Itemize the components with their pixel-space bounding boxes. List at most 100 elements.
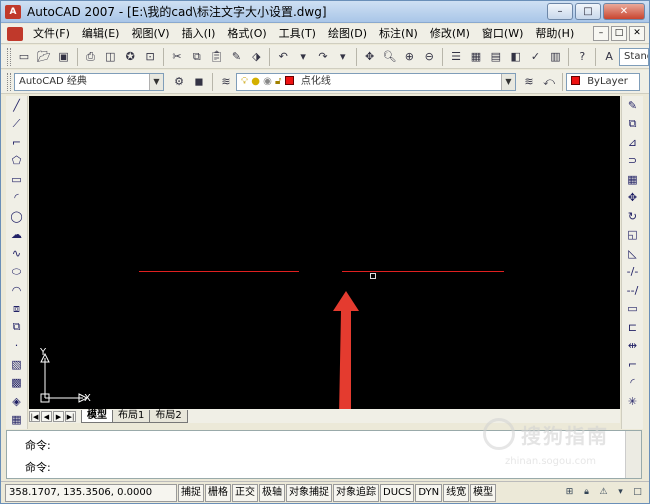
trim-icon[interactable]: -/-	[624, 263, 642, 282]
print-icon[interactable]: ⎙	[82, 48, 100, 66]
first-tab-button[interactable]: |◀	[29, 410, 40, 422]
polygon-icon[interactable]: ⬠	[8, 152, 26, 171]
layer-on-icon[interactable]: 💡︎	[241, 76, 248, 87]
paste-icon[interactable]: 📋︎	[208, 48, 226, 66]
copy-object-icon[interactable]: ⧉	[624, 115, 642, 134]
move-icon[interactable]: ✥	[624, 189, 642, 208]
extend-icon[interactable]: --/	[624, 281, 642, 300]
toolbar-grip[interactable]	[7, 72, 11, 91]
autocad-app-icon[interactable]: A	[5, 4, 21, 19]
snap-toggle[interactable]: 捕捉	[178, 483, 204, 502]
table-icon[interactable]: ▦	[8, 411, 26, 430]
menu-window[interactable]: 窗口(W)	[476, 24, 529, 44]
hatch-icon[interactable]: ▧	[8, 355, 26, 374]
layer-viewport-icon[interactable]: ◉	[263, 76, 272, 87]
block-editor-icon[interactable]: ⬗	[247, 48, 265, 66]
doc-close-button[interactable]: ✕	[629, 26, 645, 41]
redo-icon[interactable]: ↷	[314, 48, 332, 66]
plot-icon[interactable]: ⊡	[141, 48, 159, 66]
layer-combo[interactable]: 💡︎ ● ◉ 🔓︎ 点化线 ▼	[236, 72, 516, 91]
offset-icon[interactable]: ⊃	[624, 152, 642, 171]
scale-icon[interactable]: ◱	[624, 226, 642, 245]
clean-screen-icon[interactable]: □	[630, 484, 645, 500]
redo-dropdown-icon[interactable]: ▾	[334, 48, 352, 66]
text-style-icon[interactable]: A	[600, 48, 618, 66]
calculator-icon[interactable]: ▥	[546, 48, 564, 66]
pan-icon[interactable]: ✥	[361, 48, 379, 66]
prev-tab-button[interactable]: ◀	[41, 410, 52, 422]
sheet-set-icon[interactable]: ◧	[507, 48, 525, 66]
tray-settings-icon[interactable]: ⊞	[562, 484, 577, 500]
layer-previous-icon[interactable]: ⤺	[540, 73, 558, 91]
tool-palettes-icon[interactable]: ▤	[487, 48, 505, 66]
ellipse-icon[interactable]: ⬭	[8, 263, 26, 282]
tray-menu-icon[interactable]: ▾	[613, 484, 628, 500]
revision-cloud-icon[interactable]: ☁	[8, 226, 26, 245]
undo-dropdown-icon[interactable]: ▾	[294, 48, 312, 66]
color-combo[interactable]: ByLayer	[566, 72, 640, 91]
design-center-icon[interactable]: ▦	[467, 48, 485, 66]
menu-insert[interactable]: 插入(I)	[176, 24, 222, 44]
menu-tools[interactable]: 工具(T)	[273, 24, 322, 44]
menu-view[interactable]: 视图(V)	[125, 24, 175, 44]
document-icon[interactable]	[7, 26, 23, 41]
stretch-icon[interactable]: ◺	[624, 244, 642, 263]
last-tab-button[interactable]: ▶|	[65, 410, 76, 422]
zoom-previous-icon[interactable]: ⊖	[420, 48, 438, 66]
spline-icon[interactable]: ∿	[8, 244, 26, 263]
osnap-toggle[interactable]: 对象捕捉	[286, 483, 332, 502]
properties-icon[interactable]: ☰	[447, 48, 465, 66]
layer-manager-icon[interactable]: ≋	[217, 73, 235, 91]
menu-edit[interactable]: 编辑(E)	[76, 24, 126, 44]
open-file-icon[interactable]: 📂︎	[35, 48, 53, 66]
chevron-down-icon[interactable]: ▼	[501, 73, 515, 90]
doc-restore-button[interactable]: □	[611, 26, 627, 41]
close-button[interactable]: ✕	[603, 3, 645, 20]
arc-icon[interactable]: ◜	[8, 189, 26, 208]
doc-minimize-button[interactable]: –	[593, 26, 609, 41]
drawing-canvas[interactable]: Y X	[29, 96, 620, 409]
polar-toggle[interactable]: 极轴	[259, 483, 285, 502]
mirror-icon[interactable]: ⊿	[624, 133, 642, 152]
ellipse-arc-icon[interactable]: ◠	[8, 281, 26, 300]
copy-icon[interactable]: ⧉	[188, 48, 206, 66]
tab-layout2[interactable]: 布局2	[149, 409, 188, 423]
next-tab-button[interactable]: ▶	[53, 410, 64, 422]
publish-icon[interactable]: ✪	[121, 48, 139, 66]
make-block-icon[interactable]: ⧉	[8, 318, 26, 337]
rotate-icon[interactable]: ↻	[624, 207, 642, 226]
rectangle-icon[interactable]: ▭	[8, 170, 26, 189]
tab-layout1[interactable]: 布局1	[112, 409, 151, 423]
lock-icon[interactable]: 🔒︎	[579, 484, 594, 500]
array-icon[interactable]: ▦	[624, 170, 642, 189]
circle-icon[interactable]: ◯	[8, 207, 26, 226]
lineweight-toggle[interactable]: 线宽	[443, 483, 470, 502]
model-toggle[interactable]: 模型	[470, 483, 497, 502]
menu-modify[interactable]: 修改(M)	[424, 24, 476, 44]
gradient-icon[interactable]: ▩	[8, 374, 26, 393]
help-icon[interactable]: ?	[573, 48, 591, 66]
menu-draw[interactable]: 绘图(D)	[322, 24, 373, 44]
zoom-realtime-icon[interactable]: 🔍︎	[381, 48, 399, 66]
command-window[interactable]: 命令: 命令:	[6, 430, 642, 479]
ortho-toggle[interactable]: 正交	[232, 483, 258, 502]
menu-help[interactable]: 帮助(H)	[529, 24, 580, 44]
coordinate-readout[interactable]: 358.1707, 135.3506, 0.0000	[5, 483, 177, 502]
line-icon[interactable]: ╱	[8, 96, 26, 115]
erase-icon[interactable]: ✎	[624, 96, 642, 115]
workspace-settings-icon[interactable]: ⚙	[170, 73, 188, 91]
command-scrollbar[interactable]	[625, 431, 641, 478]
break-icon[interactable]: ⊏	[624, 318, 642, 337]
communication-icon[interactable]: ⚠	[596, 484, 611, 500]
make-layer-current-icon[interactable]: ≋	[520, 73, 538, 91]
polyline-icon[interactable]: ⌐	[8, 133, 26, 152]
join-icon[interactable]: ⇹	[624, 337, 642, 356]
zoom-window-icon[interactable]: ⊕	[400, 48, 418, 66]
region-icon[interactable]: ◈	[8, 392, 26, 411]
menu-file[interactable]: 文件(F)	[27, 24, 76, 44]
print-preview-icon[interactable]: ◫	[101, 48, 119, 66]
ducs-toggle[interactable]: DUCS	[380, 483, 415, 502]
minimize-button[interactable]: –	[547, 3, 573, 20]
workspace-combo[interactable]: AutoCAD 经典 ▼	[14, 72, 164, 91]
explode-icon[interactable]: ✳	[624, 392, 642, 411]
